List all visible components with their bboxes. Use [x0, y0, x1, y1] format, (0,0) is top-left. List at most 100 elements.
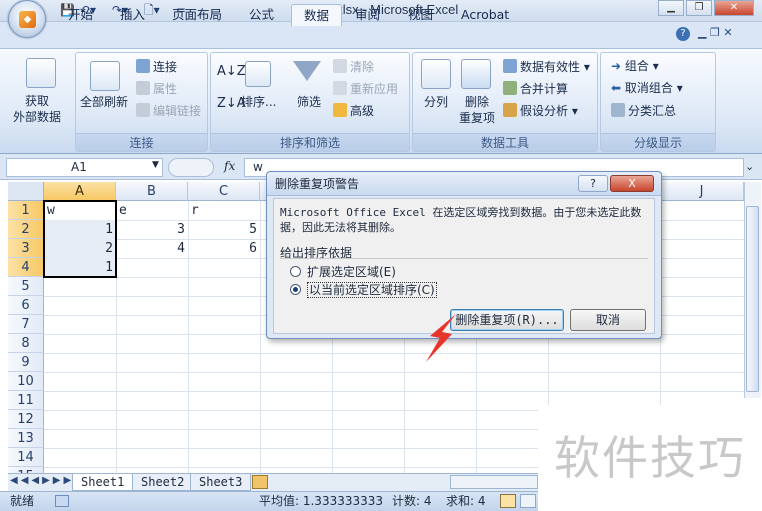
minimize-button[interactable]: ▁ — [658, 0, 684, 16]
ungroup-button[interactable]: ⬅ 取消组合 ▾ — [611, 81, 683, 95]
outline-group-label: 分级显示 — [601, 133, 715, 151]
page-layout-view-icon[interactable] — [520, 494, 536, 508]
text-to-columns-button[interactable]: 分列 — [424, 95, 448, 109]
row-header-10[interactable]: 10 — [8, 372, 44, 391]
column-header-j[interactable]: J — [660, 182, 744, 201]
cell-a4[interactable]: 1 — [44, 258, 116, 277]
tab-page-layout[interactable]: 页面布局 — [160, 4, 234, 26]
tab-insert[interactable]: 插入 — [108, 4, 157, 26]
tab-data[interactable]: 数据 — [291, 4, 343, 26]
sheet-tab-bar: ◀◀◀▶▶▶ Sheet1 Sheet2 Sheet3 — [8, 473, 540, 491]
help-icon[interactable]: ? — [676, 27, 690, 41]
row-header-11[interactable]: 11 — [8, 391, 44, 410]
select-all-corner[interactable] — [8, 182, 44, 201]
clear-button[interactable]: 清除 — [333, 59, 374, 74]
remove-duplicates-label-2[interactable]: 重复项 — [459, 111, 495, 125]
edit-links-icon — [136, 103, 150, 117]
row-header-1[interactable]: 1 — [8, 201, 44, 220]
sheet-nav-icon[interactable]: ◀◀◀▶▶▶ — [10, 475, 74, 486]
row-header-2[interactable]: 2 — [8, 220, 44, 239]
dialog-help-button[interactable]: ? — [578, 175, 608, 192]
text-to-columns-icon — [421, 59, 451, 89]
whatif-icon — [503, 103, 517, 117]
data-validation-button[interactable]: 数据有效性 ▾ — [503, 59, 590, 74]
office-logo-icon: ◆ — [19, 11, 36, 28]
cell-b3[interactable]: 4 — [116, 239, 188, 258]
refresh-all-button[interactable]: 全部刷新 — [80, 95, 128, 109]
scroll-thumb[interactable] — [746, 206, 759, 392]
column-header-b[interactable]: B — [116, 182, 188, 201]
insert-sheet-icon[interactable] — [252, 475, 268, 489]
row-header-7[interactable]: 7 — [8, 315, 44, 334]
clear-icon — [333, 59, 347, 73]
advanced-button[interactable]: 高级 — [333, 103, 374, 118]
group-button[interactable]: ➜ 组合 ▾ — [611, 59, 659, 73]
normal-view-icon[interactable] — [500, 494, 516, 508]
tab-view[interactable]: 视图 — [396, 4, 445, 26]
row-header-6[interactable]: 6 — [8, 296, 44, 315]
row-header-9[interactable]: 9 — [8, 353, 44, 372]
cell-a1[interactable]: w — [44, 201, 116, 220]
tab-formulas[interactable]: 公式 — [237, 4, 286, 26]
option-current-selection[interactable]: 以当前选定区域排序(C) — [290, 281, 437, 298]
restore-button[interactable]: ❐ — [686, 0, 712, 16]
cell-c1[interactable]: r — [188, 201, 260, 220]
consolidate-button[interactable]: 合并计算 — [503, 81, 568, 96]
reapply-button[interactable]: 重新应用 — [333, 81, 398, 96]
column-header-c[interactable]: C — [188, 182, 260, 201]
sheet-tab-3[interactable]: Sheet3 — [190, 474, 252, 491]
cell-c3[interactable]: 6 — [188, 239, 260, 258]
cancel-button[interactable]: 取消 — [570, 309, 646, 331]
sheet-tab-2[interactable]: Sheet2 — [132, 474, 194, 491]
ribbon-minimize-icon[interactable]: ▁ ❐ ✕ — [698, 26, 733, 39]
cell-a3[interactable]: 2 — [44, 239, 116, 258]
row-header-8[interactable]: 8 — [8, 334, 44, 353]
row-header-13[interactable]: 13 — [8, 429, 44, 448]
tab-acrobat[interactable]: Acrobat — [449, 4, 521, 26]
status-average: 平均值: 1.333333333 — [259, 494, 384, 508]
edit-links-button[interactable]: 编辑链接 — [136, 103, 201, 118]
connections-button[interactable]: 连接 — [136, 59, 177, 74]
option-expand-selection[interactable]: 扩展选定区域(E) — [290, 263, 396, 280]
close-window-button[interactable]: ✕ — [714, 0, 754, 16]
macro-record-icon[interactable] — [55, 495, 69, 507]
sort-button[interactable]: 排序... — [241, 95, 276, 109]
cell-c2[interactable]: 5 — [188, 220, 260, 239]
dialog-body: Microsoft Office Excel 在选定区域旁找到数据。由于您未选定… — [273, 198, 655, 334]
row-header-12[interactable]: 12 — [8, 410, 44, 429]
name-box[interactable]: A1 — [6, 158, 163, 177]
status-ready: 就绪 — [10, 494, 35, 508]
row-header-3[interactable]: 3 — [8, 239, 44, 258]
radio-expand[interactable] — [290, 266, 301, 277]
row-header-5[interactable]: 5 — [8, 277, 44, 296]
get-external-label-2[interactable]: 外部数据 — [13, 110, 61, 124]
office-button[interactable]: ◆ — [8, 0, 46, 38]
filter-button[interactable]: 筛选 — [297, 95, 321, 109]
sort-asc-icon[interactable]: A↓Z — [217, 65, 246, 79]
dialog-close-button[interactable]: X — [610, 175, 654, 192]
column-header-a[interactable]: A — [44, 182, 116, 201]
cell-b2[interactable]: 3 — [116, 220, 188, 239]
cell-a2[interactable]: 1 — [44, 220, 116, 239]
whatif-button[interactable]: 假设分析 ▾ — [503, 103, 578, 118]
cell-b1[interactable]: e — [116, 201, 188, 220]
expand-formula-bar-icon[interactable]: ⌄ — [745, 160, 754, 173]
status-count: 计数: 4 — [392, 494, 432, 508]
tab-review[interactable]: 审阅 — [343, 4, 392, 26]
remove-duplicates-label-1[interactable]: 删除 — [465, 95, 489, 109]
horizontal-scrollbar[interactable] — [450, 475, 538, 489]
remove-duplicates-button[interactable]: 删除重复项(R)... — [450, 309, 564, 331]
properties-button[interactable]: 属性 — [136, 81, 177, 96]
row-header-4[interactable]: 4 — [8, 258, 44, 277]
radio-current[interactable] — [290, 284, 301, 295]
tab-home[interactable]: 开始 — [56, 4, 105, 26]
sheet-tab-1[interactable]: Sheet1 — [72, 474, 134, 491]
status-sum: 求和: 4 — [446, 494, 486, 508]
insert-function-icon[interactable]: fx — [224, 159, 235, 173]
formula-bar-slider[interactable] — [168, 158, 214, 177]
get-external-label-1[interactable]: 获取 — [25, 94, 49, 108]
subtotal-button[interactable]: 分类汇总 — [611, 103, 676, 118]
vertical-scrollbar[interactable] — [744, 182, 761, 398]
row-header-14[interactable]: 14 — [8, 448, 44, 467]
name-box-dropdown-icon[interactable]: ▼ — [152, 160, 159, 170]
